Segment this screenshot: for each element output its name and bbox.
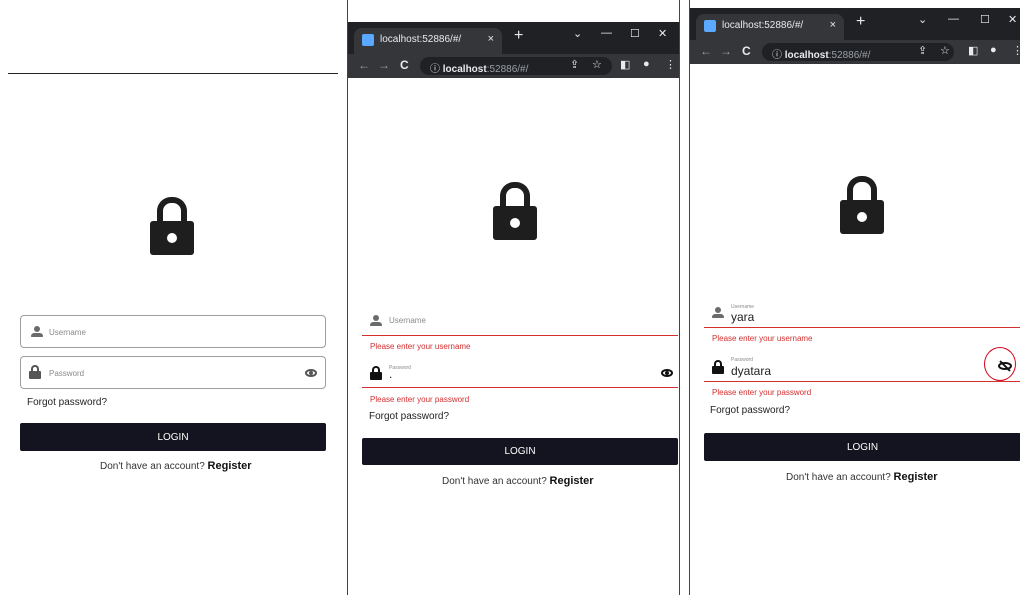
lock-icon [840,176,884,238]
username-field[interactable]: Username [20,315,326,348]
person-icon [31,326,43,338]
flutter-favicon-icon [362,34,374,46]
flutter-favicon-icon [704,20,716,32]
login-screen-empty-errors: localhost:52886/#/ × + ⌄ — ☐ ✕ ← → C ⓘ l… [347,0,680,595]
register-row: Don't have an account? Register [442,475,594,487]
password-value: . [389,367,393,381]
close-tab-icon[interactable]: × [488,33,494,45]
username-placeholder: Username [389,316,426,325]
bookmark-star-icon[interactable]: ☆ [592,58,602,71]
annotation-circle [984,347,1016,381]
share-icon[interactable]: ⇪ [570,58,579,71]
share-icon[interactable]: ⇪ [918,44,927,57]
register-row: Don't have an account? Register [786,471,938,483]
address-bar[interactable]: ⓘ localhost:52886/#/ [420,57,612,75]
site-info-icon[interactable]: ⓘ [430,64,440,75]
register-link[interactable]: Register [208,460,252,472]
forgot-password-link[interactable]: Forgot password? [710,405,790,416]
login-screen-default: Username Password Forgot password? LOGIN… [0,0,340,595]
forgot-password-link[interactable]: Forgot password? [369,411,449,422]
forward-icon[interactable]: → [720,44,732,58]
minimize-icon[interactable]: — [601,27,612,39]
bookmark-star-icon[interactable]: ☆ [940,44,950,57]
password-field[interactable]: Password [20,356,326,389]
side-panel-icon[interactable]: ◧ [968,44,978,57]
browser-chrome: localhost:52886/#/ × + ⌄ — ☐ ✕ ← → C ⓘ l… [690,8,1020,64]
password-placeholder: Password [49,369,85,378]
username-field[interactable]: Username yara [704,300,1020,328]
eye-icon[interactable] [305,369,317,377]
username-error: Please enter your username [370,342,471,351]
dropdown-icon[interactable]: ⌄ [918,13,927,26]
top-divider [8,73,338,74]
url-path: :52886/#/ [828,50,871,61]
browser-tab[interactable]: localhost:52886/#/ × [696,14,844,40]
tab-title: localhost:52886/#/ [380,34,462,45]
maximize-icon[interactable]: ☐ [980,13,990,26]
no-account-text: Don't have an account? [442,476,547,487]
lock-icon [150,197,194,259]
browser-toolbar: ← → C ⓘ localhost:52886/#/ ⇪ ☆ ◧ ● ⋮ [690,40,1020,64]
menu-icon[interactable]: ⋮ [1012,44,1020,57]
username-error: Please enter your username [712,334,813,343]
url-path: :52886/#/ [486,64,529,75]
url-host: localhost [784,50,829,61]
tab-title: localhost:52886/#/ [722,20,804,31]
new-tab-icon[interactable]: + [514,27,523,45]
person-icon [712,307,724,319]
side-panel-icon[interactable]: ◧ [620,58,630,71]
maximize-icon[interactable]: ☐ [630,27,640,40]
no-account-text: Don't have an account? [100,461,205,472]
window-close-icon[interactable]: ✕ [1008,13,1017,26]
password-field[interactable]: Password . [362,360,678,388]
dropdown-icon[interactable]: ⌄ [573,27,582,40]
window-close-icon[interactable]: ✕ [658,27,667,40]
lock-small-icon [370,366,382,380]
register-row: Don't have an account? Register [100,460,252,472]
password-error: Please enter your password [712,388,812,397]
lock-small-icon [29,365,41,379]
username-placeholder: Username [49,328,86,337]
password-error: Please enter your password [370,395,470,404]
close-tab-icon[interactable]: × [830,19,836,31]
person-icon [370,315,382,327]
reload-icon[interactable]: C [742,44,751,58]
password-label: Password [731,357,753,363]
username-field[interactable]: Username [362,310,678,336]
forgot-password-link[interactable]: Forgot password? [27,397,107,408]
login-button[interactable]: LOGIN [362,438,678,465]
register-link[interactable]: Register [894,471,938,483]
login-button[interactable]: LOGIN [704,433,1020,461]
lock-small-icon [712,360,724,374]
profile-icon[interactable]: ● [990,44,997,56]
minimize-icon[interactable]: — [948,13,959,25]
password-field[interactable]: Password dyatara [704,352,1020,382]
reload-icon[interactable]: C [400,58,409,72]
register-link[interactable]: Register [550,475,594,487]
profile-icon[interactable]: ● [643,58,650,70]
url-host: localhost [442,64,487,75]
login-button[interactable]: LOGIN [20,423,326,451]
site-info-icon[interactable]: ⓘ [772,50,782,61]
menu-icon[interactable]: ⋮ [665,58,676,71]
no-account-text: Don't have an account? [786,472,891,483]
browser-toolbar: ← → C ⓘ localhost:52886/#/ ⇪ ☆ ◧ ● ⋮ [348,54,679,78]
forward-icon[interactable]: → [378,58,390,72]
lock-icon [493,182,537,244]
new-tab-icon[interactable]: + [856,13,865,31]
back-icon[interactable]: ← [358,58,370,72]
eye-icon[interactable] [661,369,673,377]
username-value: yara [731,310,755,324]
password-value: dyatara [731,364,772,378]
browser-tab[interactable]: localhost:52886/#/ × [354,28,502,54]
back-icon[interactable]: ← [700,44,712,58]
login-screen-filled: localhost:52886/#/ × + ⌄ — ☐ ✕ ← → C ⓘ l… [689,0,1020,595]
browser-chrome: localhost:52886/#/ × + ⌄ — ☐ ✕ ← → C ⓘ l… [348,22,679,78]
